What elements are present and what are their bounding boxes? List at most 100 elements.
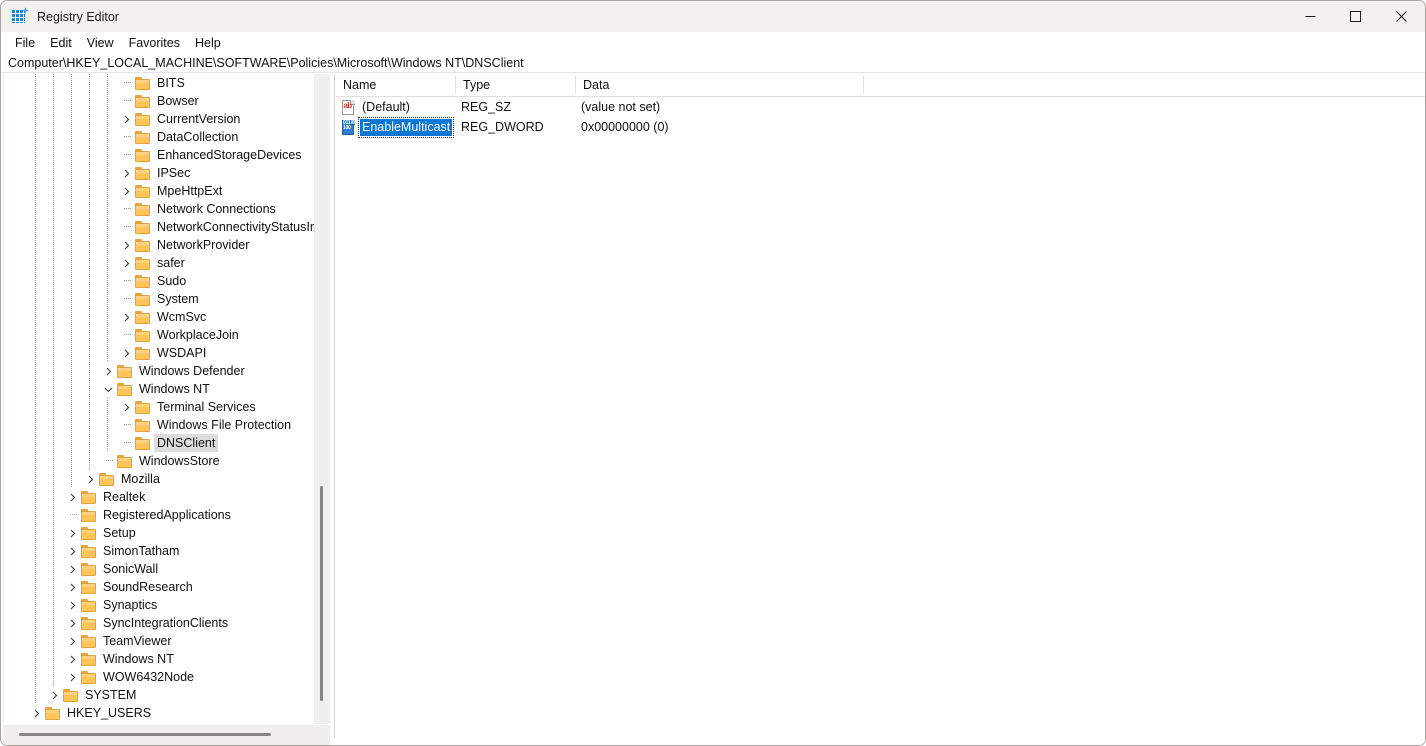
tree-item[interactable]: WSDAPI — [4, 344, 314, 362]
tree-item[interactable]: Sudo — [4, 272, 314, 290]
registry-tree-pane: BITS Bowser CurrentVersion DataCollection En… — [1, 74, 332, 745]
tree-item[interactable]: WindowsStore — [4, 452, 314, 470]
chevron-right-icon[interactable] — [100, 362, 116, 380]
tree-item[interactable]: Windows Defender — [4, 362, 314, 380]
menu-item-view[interactable]: View — [80, 34, 122, 52]
chevron-right-icon[interactable] — [82, 470, 98, 488]
tree-item-label: TeamViewer — [103, 634, 172, 648]
folder-icon — [45, 707, 61, 720]
maximize-button[interactable] — [1333, 1, 1378, 32]
tree-item[interactable]: Terminal Services — [4, 398, 314, 416]
tree-item[interactable]: SoundResearch — [4, 578, 314, 596]
tree-connector — [121, 434, 131, 452]
chevron-down-icon[interactable] — [100, 380, 116, 398]
registry-tree[interactable]: BITS Bowser CurrentVersion DataCollection En… — [3, 74, 314, 722]
tree-connector — [121, 326, 131, 344]
chevron-right-icon[interactable] — [64, 542, 80, 560]
chevron-right-icon[interactable] — [118, 182, 134, 200]
tree-item[interactable]: Windows NT — [4, 650, 314, 668]
chevron-right-icon[interactable] — [28, 704, 44, 722]
list-body[interactable]: ab (Default) REG_SZ (value not set) 011 100 En… — [336, 97, 1425, 745]
chevron-right-icon[interactable] — [64, 560, 80, 578]
chevron-right-icon[interactable] — [118, 254, 134, 272]
tree-item[interactable]: Setup — [4, 524, 314, 542]
value-name-cell[interactable]: ab (Default) — [341, 97, 412, 117]
tree-item-label: WindowsStore — [139, 454, 220, 468]
folder-icon — [135, 293, 151, 306]
value-name: (Default) — [362, 99, 410, 114]
tree-item-label: Setup — [103, 526, 136, 540]
chevron-right-icon[interactable] — [118, 236, 134, 254]
chevron-right-icon[interactable] — [118, 344, 134, 362]
value-name-cell[interactable]: 011 100 EnableMulticast — [341, 116, 455, 138]
tree-item[interactable]: NetworkConnectivityStatusIndicator — [4, 218, 314, 236]
value-data: 0x00000000 (0) — [581, 120, 669, 134]
chevron-right-icon[interactable] — [64, 524, 80, 542]
tree-item[interactable]: Mozilla — [4, 470, 314, 488]
tree-item[interactable]: Network Connections — [4, 200, 314, 218]
tree-item[interactable]: DNSClient — [4, 434, 314, 452]
chevron-right-icon[interactable] — [46, 686, 62, 704]
tree-item[interactable]: Bowser — [4, 92, 314, 110]
tree-item[interactable]: Synaptics — [4, 596, 314, 614]
tree-connector — [121, 200, 131, 218]
registry-path: Computer\HKEY_LOCAL_MACHINE\SOFTWARE\Pol… — [8, 55, 524, 70]
tree-vertical-scroll-thumb[interactable] — [320, 486, 323, 701]
tree-item[interactable]: MpeHttpExt — [4, 182, 314, 200]
chevron-right-icon[interactable] — [64, 596, 80, 614]
value-row[interactable]: ab (Default) REG_SZ (value not set) — [336, 97, 1425, 117]
menu-item-edit[interactable]: Edit — [43, 34, 80, 52]
tree-item[interactable]: RegisteredApplications — [4, 506, 314, 524]
menu-item-file[interactable]: File — [8, 34, 43, 52]
chevron-right-icon[interactable] — [64, 578, 80, 596]
tree-connector — [121, 74, 131, 92]
tree-item[interactable]: SYSTEM — [4, 686, 314, 704]
tree-item-label: SonicWall — [103, 562, 159, 576]
value-row[interactable]: 011 100 EnableMulticast REG_DWORD 0x00000000… — [336, 116, 1425, 138]
tree-item[interactable]: Realtek — [4, 488, 314, 506]
close-button[interactable] — [1378, 1, 1425, 32]
chevron-right-icon[interactable] — [64, 632, 80, 650]
tree-item[interactable]: Windows File Protection — [4, 416, 314, 434]
address-bar[interactable]: Computer\HKEY_LOCAL_MACHINE\SOFTWARE\Pol… — [1, 53, 1425, 73]
tree-item[interactable]: SonicWall — [4, 560, 314, 578]
tree-item-label: MpeHttpExt — [157, 184, 223, 198]
chevron-right-icon[interactable] — [118, 164, 134, 182]
chevron-right-icon[interactable] — [64, 488, 80, 506]
chevron-right-icon[interactable] — [118, 110, 134, 128]
tree-item[interactable]: WorkplaceJoin — [4, 326, 314, 344]
tree-item[interactable]: WOW6432Node — [4, 668, 314, 686]
chevron-right-icon[interactable] — [64, 614, 80, 632]
tree-item[interactable]: safer — [4, 254, 314, 272]
tree-item[interactable]: NetworkProvider — [4, 236, 314, 254]
tree-item[interactable]: HKEY_USERS — [4, 704, 314, 722]
chevron-right-icon[interactable] — [64, 668, 80, 686]
chevron-right-icon[interactable] — [64, 650, 80, 668]
tree-item[interactable]: System — [4, 290, 314, 308]
tree-item[interactable]: IPSec — [4, 164, 314, 182]
tree-item[interactable]: EnhancedStorageDevices — [4, 146, 314, 164]
tree-item[interactable]: TeamViewer — [4, 632, 314, 650]
folder-icon — [117, 455, 133, 468]
tree-item[interactable]: CurrentVersion — [4, 110, 314, 128]
column-header-type[interactable]: Type — [456, 74, 576, 96]
tree-horizontal-scroll-thumb[interactable] — [19, 733, 271, 736]
tree-item-label: DNSClient — [154, 434, 219, 452]
menu-item-favorites[interactable]: Favorites — [122, 34, 188, 52]
menu-item-help[interactable]: Help — [188, 34, 229, 52]
tree-item-label: Mozilla — [121, 472, 160, 486]
minimize-button[interactable] — [1288, 1, 1333, 32]
tree-item[interactable]: BITS — [4, 74, 314, 92]
tree-item[interactable]: SimonTatham — [4, 542, 314, 560]
column-header-name[interactable]: Name — [336, 74, 456, 96]
tree-item[interactable]: DataCollection — [4, 128, 314, 146]
column-header-data[interactable]: Data — [576, 74, 864, 96]
chevron-right-icon[interactable] — [118, 398, 134, 416]
tree-item[interactable]: SyncIntegrationClients — [4, 614, 314, 632]
tree-item[interactable]: Windows NT — [4, 380, 314, 398]
tree-indent-guides — [4, 488, 314, 506]
chevron-right-icon[interactable] — [118, 308, 134, 326]
folder-icon — [135, 275, 151, 288]
tree-item[interactable]: WcmSvc — [4, 308, 314, 326]
folder-icon — [135, 257, 151, 270]
